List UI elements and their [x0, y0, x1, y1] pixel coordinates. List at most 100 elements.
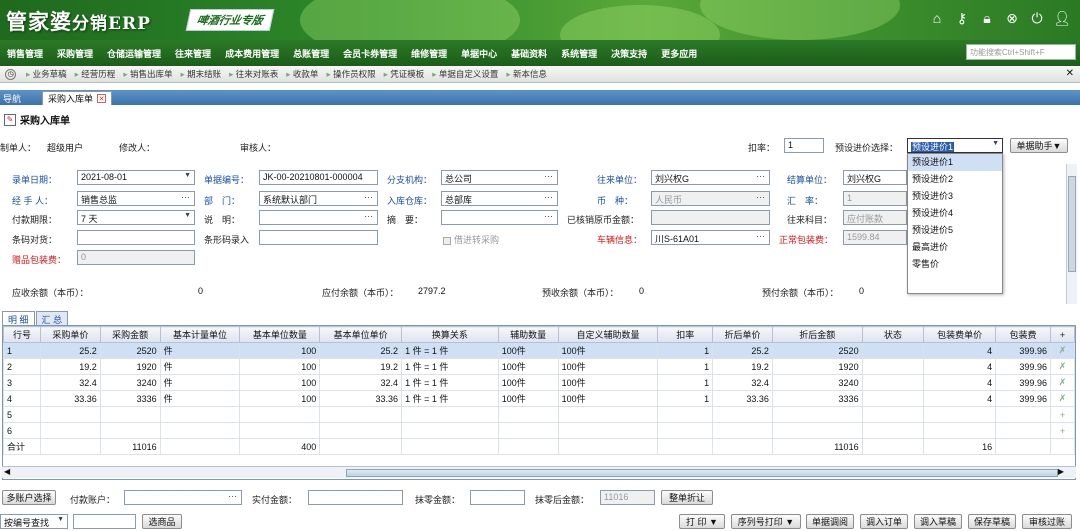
- table-cell[interactable]: 1: [657, 342, 714, 359]
- table-cell[interactable]: [557, 422, 659, 439]
- table-cell[interactable]: 100: [239, 358, 321, 375]
- column-header[interactable]: 基本计量单位: [159, 326, 241, 343]
- billno-input[interactable]: JK-00-20210801-000004: [259, 170, 378, 185]
- row-delete-icon[interactable]: +: [1049, 406, 1075, 423]
- table-cell[interactable]: 399.96: [995, 374, 1051, 391]
- table-cell[interactable]: [923, 406, 997, 423]
- quick-link[interactable]: 新本信息: [502, 68, 551, 80]
- column-header[interactable]: 自定义辅助数量: [557, 326, 659, 343]
- table-cell[interactable]: 100: [239, 374, 321, 391]
- column-header[interactable]: 状态: [861, 326, 925, 343]
- key-icon[interactable]: ⚷: [954, 10, 970, 26]
- column-header[interactable]: 折后单价: [712, 326, 773, 343]
- table-cell[interactable]: [39, 422, 101, 439]
- table-cell[interactable]: 399.96: [995, 358, 1051, 375]
- table-cell[interactable]: 100件: [557, 374, 659, 391]
- column-header[interactable]: 包装费单价: [923, 326, 997, 343]
- table-cell[interactable]: 1920: [99, 358, 161, 375]
- preset-option[interactable]: 预设进价4: [908, 205, 1002, 222]
- table-cell[interactable]: 3240: [99, 374, 161, 391]
- table-cell[interactable]: 100件: [497, 358, 559, 375]
- column-header[interactable]: 行号: [3, 326, 41, 343]
- footer-action-button[interactable]: 序列号打印 ▼: [731, 514, 801, 529]
- menu-item[interactable]: 仓储运输管理: [100, 47, 168, 60]
- table-cell[interactable]: 32.4: [39, 374, 101, 391]
- column-header[interactable]: 采购金额: [99, 326, 161, 343]
- home-icon[interactable]: ⌂: [929, 10, 945, 26]
- table-cell[interactable]: [557, 406, 659, 423]
- table-cell[interactable]: 件: [159, 390, 241, 407]
- table-cell[interactable]: [771, 406, 863, 423]
- menu-item[interactable]: 单据中心: [454, 47, 504, 60]
- table-cell[interactable]: [712, 406, 773, 423]
- table-cell[interactable]: [657, 406, 714, 423]
- table-cell[interactable]: 2520: [771, 342, 863, 359]
- table-cell[interactable]: 100件: [497, 342, 559, 359]
- table-cell[interactable]: 件: [159, 358, 241, 375]
- rounding-input[interactable]: [470, 490, 525, 505]
- dept-input[interactable]: 系统默认部门 ···: [259, 191, 378, 206]
- table-cell[interactable]: 件: [159, 342, 241, 359]
- table-cell[interactable]: 3240: [771, 374, 863, 391]
- table-cell[interactable]: 100: [239, 342, 321, 359]
- column-header[interactable]: +: [1049, 326, 1075, 343]
- quick-link[interactable]: 期末结账: [176, 68, 225, 80]
- table-cell[interactable]: 25.2: [39, 342, 101, 359]
- doc-helper-button[interactable]: 单据助手▼: [1010, 138, 1068, 153]
- menu-item[interactable]: 销售管理: [0, 47, 50, 60]
- table-cell[interactable]: [39, 406, 101, 423]
- discount-input[interactable]: 1: [784, 138, 824, 153]
- vehicle-input[interactable]: 川S-61A01 ···: [651, 230, 770, 245]
- table-cell[interactable]: 1 件 = 1 件: [401, 358, 499, 375]
- table-cell[interactable]: [995, 422, 1051, 439]
- table-cell[interactable]: [159, 422, 241, 439]
- close-icon[interactable]: ✕: [1066, 68, 1074, 79]
- table-cell[interactable]: 399.96: [995, 342, 1051, 359]
- history-icon[interactable]: ◷: [5, 68, 16, 80]
- footer-action-button[interactable]: 调入草稿: [914, 514, 962, 529]
- table-row[interactable]: 6 +: [3, 422, 1075, 439]
- menu-item[interactable]: 往来管理: [168, 47, 218, 60]
- actual-input[interactable]: [308, 490, 403, 505]
- table-cell[interactable]: [861, 390, 925, 407]
- tab-nav[interactable]: 导航: [3, 92, 21, 105]
- table-row[interactable]: 3 32.4 3240 件 100 32.4 1 件 = 1 件 100件 100件 1 32.4 3…: [3, 374, 1075, 391]
- table-cell[interactable]: 2: [3, 358, 41, 375]
- form-scrollbar[interactable]: [1066, 164, 1077, 304]
- warehouse-input[interactable]: 总部库 ···: [441, 191, 558, 206]
- table-cell[interactable]: 1: [3, 342, 41, 359]
- quick-link[interactable]: 业务草稿: [22, 68, 71, 80]
- table-cell[interactable]: [861, 342, 925, 359]
- table-cell[interactable]: 25.2: [712, 342, 773, 359]
- menu-item[interactable]: 决策支持: [604, 47, 654, 60]
- table-cell[interactable]: 1: [657, 358, 714, 375]
- table-cell[interactable]: [401, 406, 499, 423]
- table-cell[interactable]: [861, 406, 925, 423]
- table-cell[interactable]: [319, 406, 403, 423]
- partner-input[interactable]: 刘兴权G ···: [651, 170, 770, 185]
- menu-item[interactable]: 会员卡券管理: [336, 47, 404, 60]
- table-cell[interactable]: 4: [923, 374, 997, 391]
- preset-option[interactable]: 最高进价: [908, 239, 1002, 256]
- quick-link[interactable]: 经营历程: [71, 68, 120, 80]
- function-search-input[interactable]: 功能搜索Ctrl+Shift+F: [966, 44, 1076, 60]
- column-header[interactable]: 折后金额: [771, 326, 863, 343]
- preset-option[interactable]: 预设进价5: [908, 222, 1002, 239]
- table-cell[interactable]: 1: [657, 390, 714, 407]
- barcode-input[interactable]: [77, 230, 195, 245]
- column-header[interactable]: 基本单位数量: [239, 326, 321, 343]
- table-cell[interactable]: 19.2: [712, 358, 773, 375]
- table-cell[interactable]: 3: [3, 374, 41, 391]
- table-row[interactable]: 4 33.36 3336 件 100 33.36 1 件 = 1 件 100件 100件 1 33.…: [3, 390, 1075, 407]
- table-cell[interactable]: 100件: [557, 390, 659, 407]
- quick-link[interactable]: 往来对账表: [225, 68, 282, 80]
- close-circle-icon[interactable]: ⊗: [1004, 10, 1020, 26]
- table-cell[interactable]: [239, 422, 321, 439]
- footer-action-button[interactable]: 打 印 ▼: [679, 514, 725, 529]
- menu-item[interactable]: 基础资料: [504, 47, 554, 60]
- settle-input[interactable]: 刘兴权G: [843, 170, 907, 185]
- table-cell[interactable]: 5: [3, 406, 41, 423]
- column-header[interactable]: 包装费: [995, 326, 1051, 343]
- summary-input[interactable]: ···: [441, 210, 558, 225]
- select-goods-button[interactable]: 选商品: [142, 514, 182, 529]
